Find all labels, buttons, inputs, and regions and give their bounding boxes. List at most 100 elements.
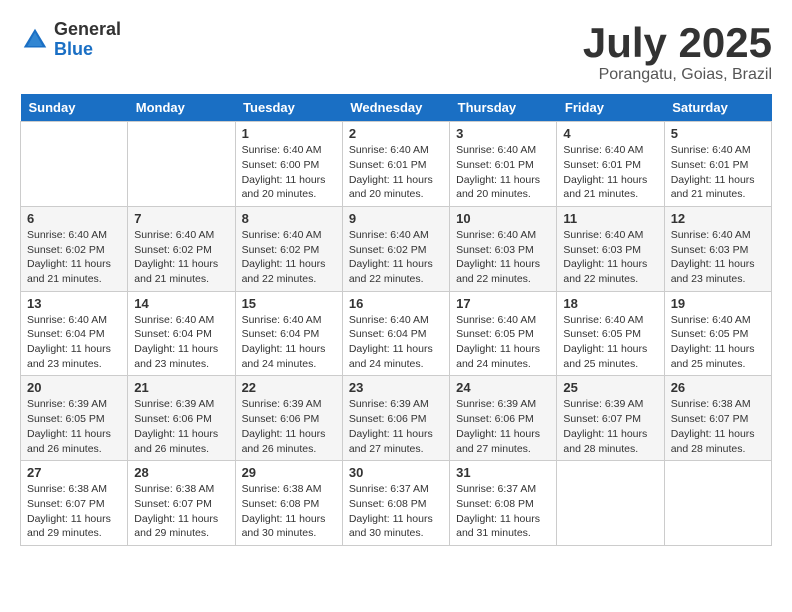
calendar-cell: 6 Sunrise: 6:40 AM Sunset: 6:02 PM Daylig… <box>21 206 128 291</box>
calendar-cell: 4 Sunrise: 6:40 AM Sunset: 6:01 PM Daylig… <box>557 122 664 207</box>
calendar-week-2: 6 Sunrise: 6:40 AM Sunset: 6:02 PM Daylig… <box>21 206 772 291</box>
day-number: 11 <box>563 211 657 226</box>
page-header: General Blue July 2025 Porangatu, Goias,… <box>20 20 772 84</box>
day-info: Sunrise: 6:39 AM Sunset: 6:07 PM Dayligh… <box>563 397 657 456</box>
title-block: July 2025 Porangatu, Goias, Brazil <box>583 20 772 84</box>
calendar-week-5: 27 Sunrise: 6:38 AM Sunset: 6:07 PM Dayli… <box>21 461 772 546</box>
calendar-cell: 26 Sunrise: 6:38 AM Sunset: 6:07 PM Dayli… <box>664 376 771 461</box>
calendar-week-3: 13 Sunrise: 6:40 AM Sunset: 6:04 PM Dayli… <box>21 291 772 376</box>
day-number: 4 <box>563 126 657 141</box>
day-info: Sunrise: 6:39 AM Sunset: 6:06 PM Dayligh… <box>456 397 550 456</box>
day-number: 20 <box>27 380 121 395</box>
calendar-cell: 16 Sunrise: 6:40 AM Sunset: 6:04 PM Dayli… <box>342 291 449 376</box>
day-info: Sunrise: 6:38 AM Sunset: 6:07 PM Dayligh… <box>671 397 765 456</box>
calendar-cell: 17 Sunrise: 6:40 AM Sunset: 6:05 PM Dayli… <box>450 291 557 376</box>
day-info: Sunrise: 6:40 AM Sunset: 6:05 PM Dayligh… <box>456 313 550 372</box>
calendar-cell: 28 Sunrise: 6:38 AM Sunset: 6:07 PM Dayli… <box>128 461 235 546</box>
day-info: Sunrise: 6:40 AM Sunset: 6:01 PM Dayligh… <box>349 143 443 202</box>
day-number: 28 <box>134 465 228 480</box>
logo-blue-text: Blue <box>54 40 121 60</box>
calendar-header-row: SundayMondayTuesdayWednesdayThursdayFrid… <box>21 94 772 122</box>
logo-general-text: General <box>54 20 121 40</box>
calendar-cell: 20 Sunrise: 6:39 AM Sunset: 6:05 PM Dayli… <box>21 376 128 461</box>
day-number: 30 <box>349 465 443 480</box>
calendar-header-tuesday: Tuesday <box>235 94 342 122</box>
calendar-header-friday: Friday <box>557 94 664 122</box>
day-number: 25 <box>563 380 657 395</box>
calendar-table: SundayMondayTuesdayWednesdayThursdayFrid… <box>20 94 772 546</box>
day-number: 18 <box>563 296 657 311</box>
day-number: 6 <box>27 211 121 226</box>
day-number: 19 <box>671 296 765 311</box>
day-info: Sunrise: 6:39 AM Sunset: 6:06 PM Dayligh… <box>242 397 336 456</box>
day-info: Sunrise: 6:37 AM Sunset: 6:08 PM Dayligh… <box>349 482 443 541</box>
calendar-cell: 22 Sunrise: 6:39 AM Sunset: 6:06 PM Dayli… <box>235 376 342 461</box>
calendar-cell: 27 Sunrise: 6:38 AM Sunset: 6:07 PM Dayli… <box>21 461 128 546</box>
day-number: 12 <box>671 211 765 226</box>
calendar-cell: 5Sunrise: 6:40 AM Sunset: 6:01 PM Daylig… <box>664 122 771 207</box>
day-number: 17 <box>456 296 550 311</box>
logo-icon <box>20 25 50 55</box>
day-number: 5 <box>671 126 765 141</box>
calendar-cell: 7Sunrise: 6:40 AM Sunset: 6:02 PM Daylig… <box>128 206 235 291</box>
calendar-cell: 12Sunrise: 6:40 AM Sunset: 6:03 PM Dayli… <box>664 206 771 291</box>
day-number: 8 <box>242 211 336 226</box>
calendar-cell: 3Sunrise: 6:40 AM Sunset: 6:01 PM Daylig… <box>450 122 557 207</box>
location: Porangatu, Goias, Brazil <box>583 66 772 84</box>
day-info: Sunrise: 6:40 AM Sunset: 6:05 PM Dayligh… <box>563 313 657 372</box>
day-info: Sunrise: 6:40 AM Sunset: 6:04 PM Dayligh… <box>134 313 228 372</box>
day-number: 27 <box>27 465 121 480</box>
calendar-week-1: 1Sunrise: 6:40 AM Sunset: 6:00 PM Daylig… <box>21 122 772 207</box>
day-info: Sunrise: 6:40 AM Sunset: 6:02 PM Dayligh… <box>349 228 443 287</box>
calendar-week-4: 20 Sunrise: 6:39 AM Sunset: 6:05 PM Dayli… <box>21 376 772 461</box>
calendar-cell: 21Sunrise: 6:39 AM Sunset: 6:06 PM Dayli… <box>128 376 235 461</box>
day-number: 16 <box>349 296 443 311</box>
day-info: Sunrise: 6:40 AM Sunset: 6:03 PM Dayligh… <box>563 228 657 287</box>
day-info: Sunrise: 6:40 AM Sunset: 6:03 PM Dayligh… <box>456 228 550 287</box>
day-info: Sunrise: 6:40 AM Sunset: 6:02 PM Dayligh… <box>27 228 121 287</box>
calendar-cell: 8Sunrise: 6:40 AM Sunset: 6:02 PM Daylig… <box>235 206 342 291</box>
day-number: 13 <box>27 296 121 311</box>
calendar-cell: 13 Sunrise: 6:40 AM Sunset: 6:04 PM Dayli… <box>21 291 128 376</box>
day-info: Sunrise: 6:40 AM Sunset: 6:04 PM Dayligh… <box>242 313 336 372</box>
day-info: Sunrise: 6:38 AM Sunset: 6:07 PM Dayligh… <box>134 482 228 541</box>
calendar-header-monday: Monday <box>128 94 235 122</box>
day-info: Sunrise: 6:40 AM Sunset: 6:05 PM Dayligh… <box>671 313 765 372</box>
calendar-header-thursday: Thursday <box>450 94 557 122</box>
calendar-cell: 31 Sunrise: 6:37 AM Sunset: 6:08 PM Dayli… <box>450 461 557 546</box>
day-number: 21 <box>134 380 228 395</box>
calendar-cell: 18 Sunrise: 6:40 AM Sunset: 6:05 PM Dayli… <box>557 291 664 376</box>
calendar-cell <box>128 122 235 207</box>
logo: General Blue <box>20 20 121 60</box>
calendar-cell: 29 Sunrise: 6:38 AM Sunset: 6:08 PM Dayli… <box>235 461 342 546</box>
calendar-cell: 19 Sunrise: 6:40 AM Sunset: 6:05 PM Dayli… <box>664 291 771 376</box>
calendar-cell: 11 Sunrise: 6:40 AM Sunset: 6:03 PM Dayli… <box>557 206 664 291</box>
day-info: Sunrise: 6:39 AM Sunset: 6:05 PM Dayligh… <box>27 397 121 456</box>
day-number: 2 <box>349 126 443 141</box>
day-info: Sunrise: 6:40 AM Sunset: 6:01 PM Dayligh… <box>563 143 657 202</box>
calendar-cell: 15 Sunrise: 6:40 AM Sunset: 6:04 PM Dayli… <box>235 291 342 376</box>
day-number: 14 <box>134 296 228 311</box>
day-info: Sunrise: 6:37 AM Sunset: 6:08 PM Dayligh… <box>456 482 550 541</box>
day-info: Sunrise: 6:40 AM Sunset: 6:04 PM Dayligh… <box>349 313 443 372</box>
day-number: 9 <box>349 211 443 226</box>
day-info: Sunrise: 6:38 AM Sunset: 6:07 PM Dayligh… <box>27 482 121 541</box>
day-info: Sunrise: 6:40 AM Sunset: 6:04 PM Dayligh… <box>27 313 121 372</box>
calendar-cell: 30 Sunrise: 6:37 AM Sunset: 6:08 PM Dayli… <box>342 461 449 546</box>
day-number: 26 <box>671 380 765 395</box>
calendar-cell: 1Sunrise: 6:40 AM Sunset: 6:00 PM Daylig… <box>235 122 342 207</box>
day-info: Sunrise: 6:38 AM Sunset: 6:08 PM Dayligh… <box>242 482 336 541</box>
calendar-cell <box>557 461 664 546</box>
day-info: Sunrise: 6:40 AM Sunset: 6:01 PM Dayligh… <box>456 143 550 202</box>
day-number: 24 <box>456 380 550 395</box>
calendar-cell <box>21 122 128 207</box>
day-number: 22 <box>242 380 336 395</box>
calendar-cell: 10Sunrise: 6:40 AM Sunset: 6:03 PM Dayli… <box>450 206 557 291</box>
calendar-header-wednesday: Wednesday <box>342 94 449 122</box>
day-number: 31 <box>456 465 550 480</box>
day-number: 29 <box>242 465 336 480</box>
calendar-cell: 2 Sunrise: 6:40 AM Sunset: 6:01 PM Daylig… <box>342 122 449 207</box>
day-number: 23 <box>349 380 443 395</box>
calendar-header-saturday: Saturday <box>664 94 771 122</box>
day-number: 15 <box>242 296 336 311</box>
